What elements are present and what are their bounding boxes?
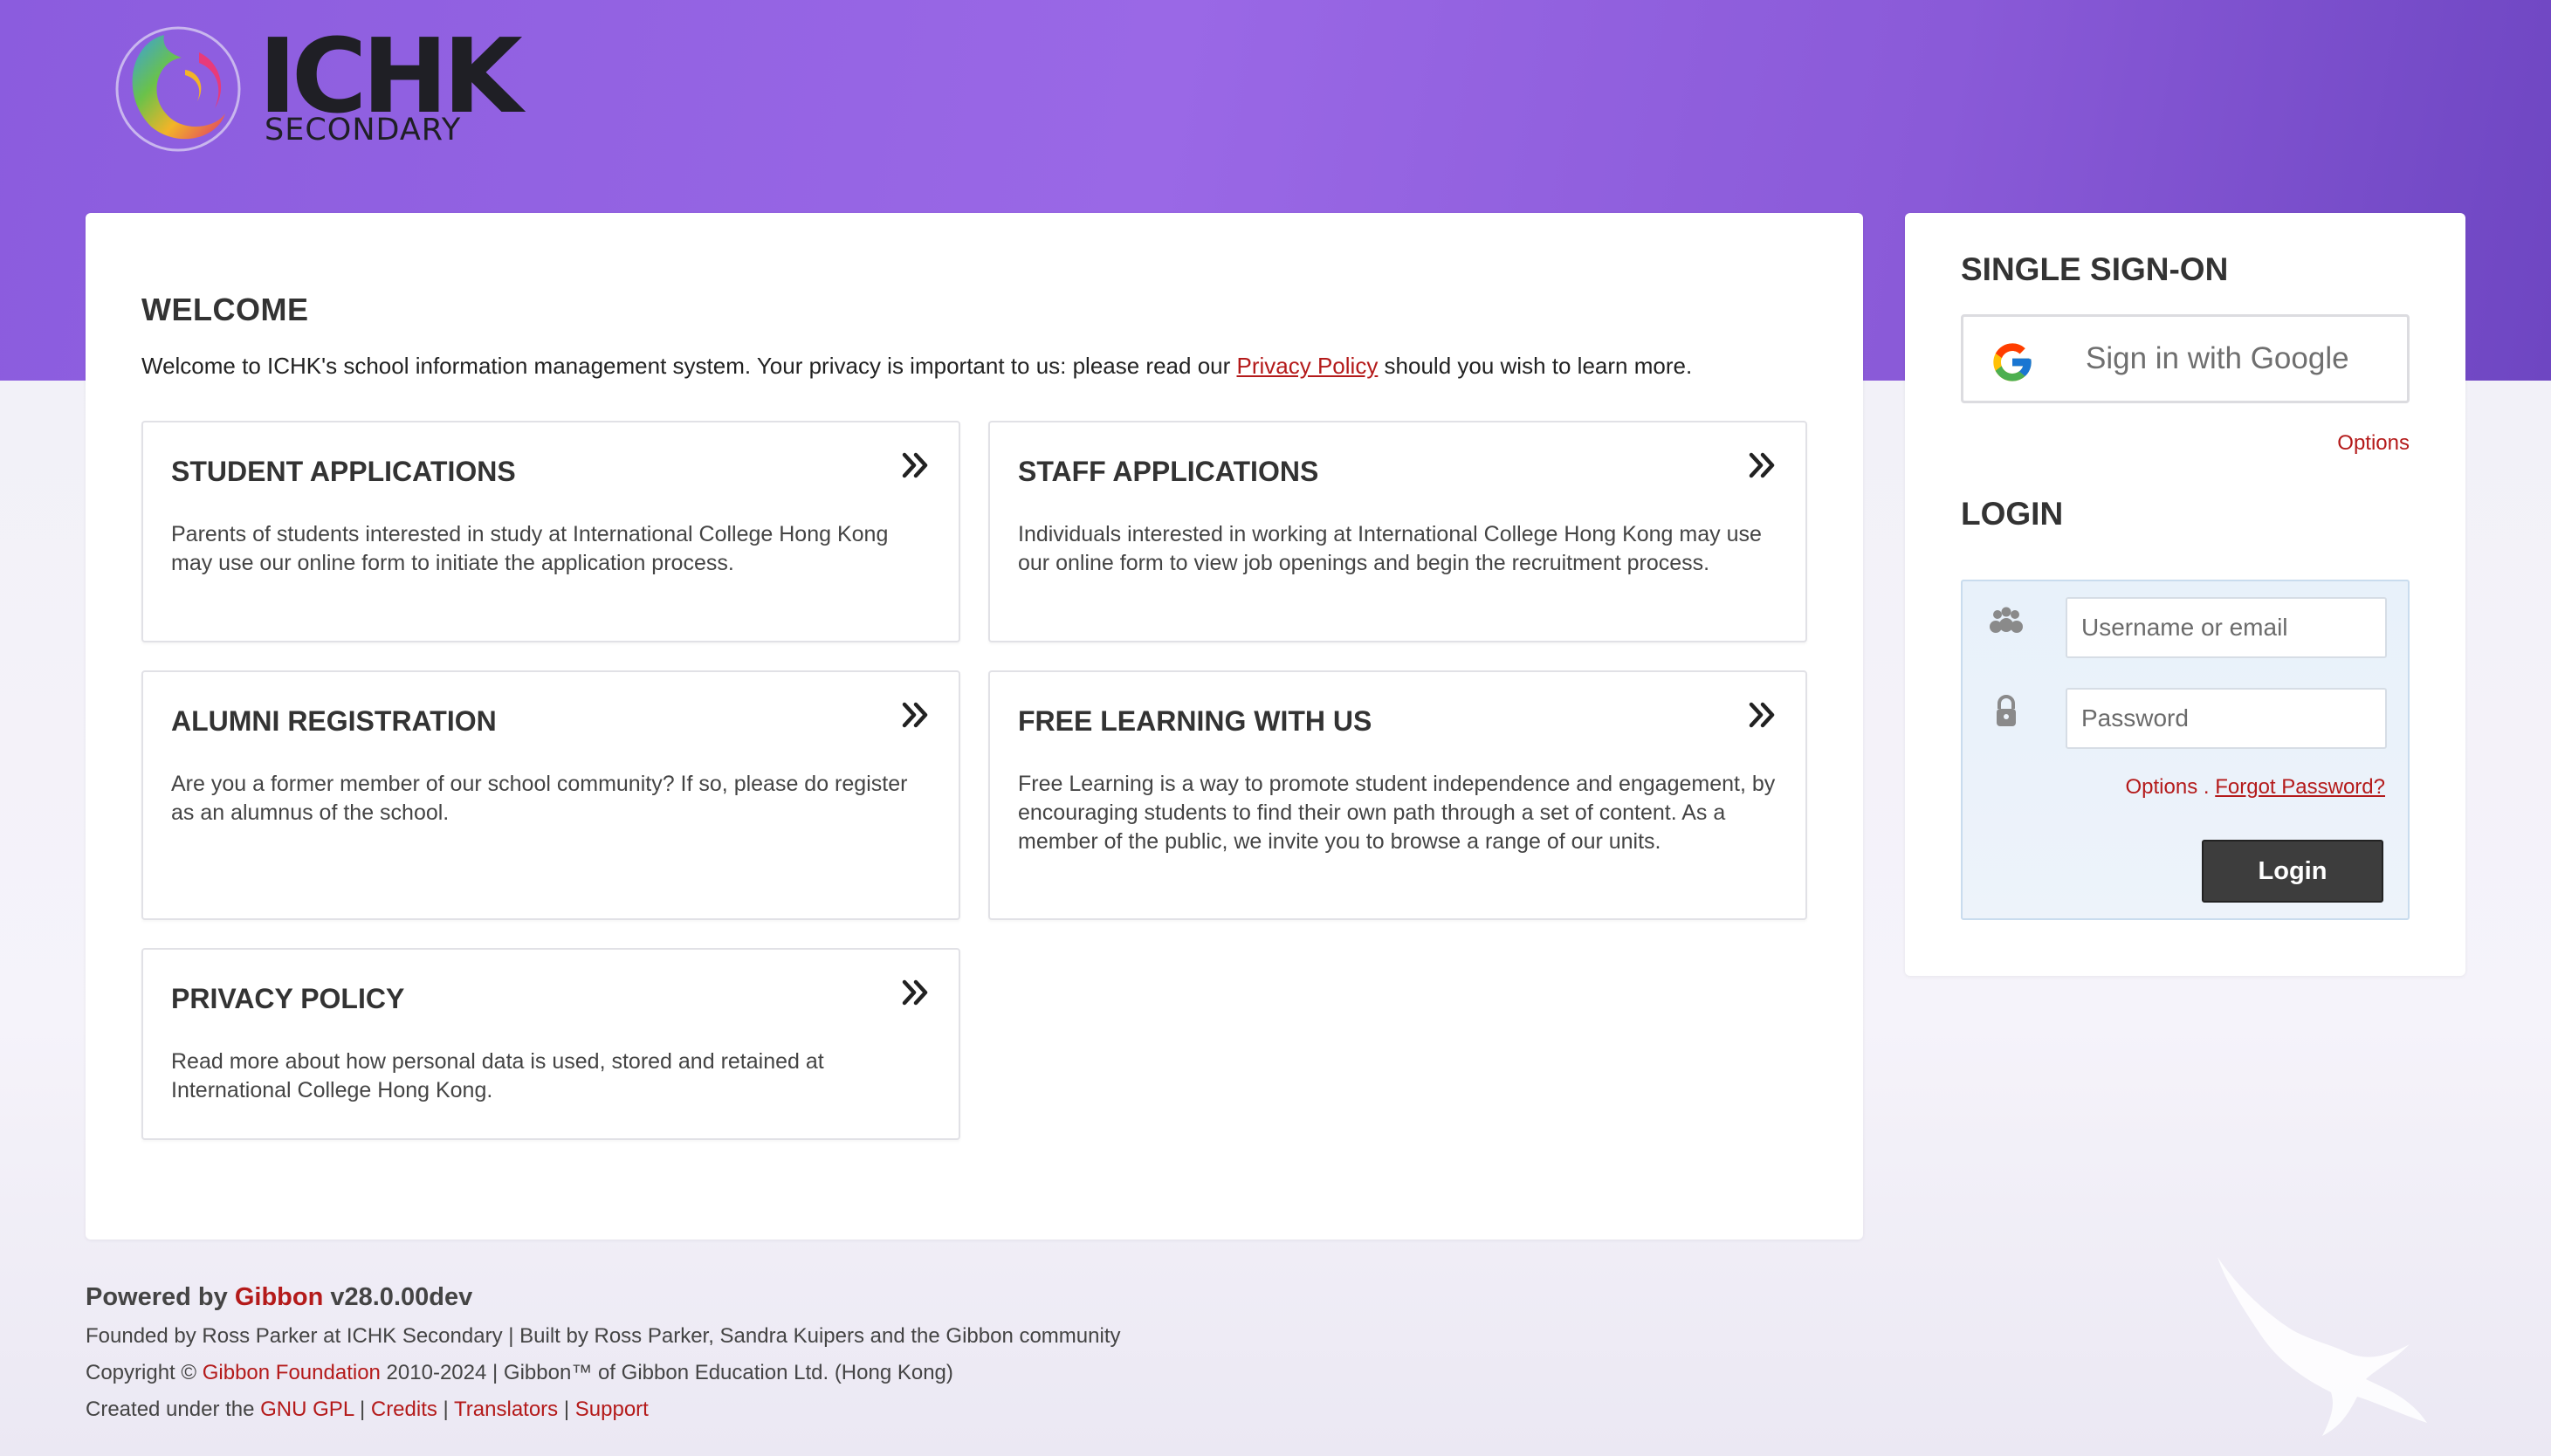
card-title: ALUMNI REGISTRATION [171, 705, 497, 737]
google-signin-button[interactable]: Sign in with Google [1961, 314, 2410, 403]
welcome-title: WELCOME [141, 292, 309, 327]
sso-title: SINGLE SIGN-ON [1961, 251, 2229, 287]
privacy-policy-link[interactable]: Privacy Policy [1237, 353, 1379, 379]
login-button[interactable]: Login [2202, 840, 2383, 903]
username-field[interactable] [2066, 597, 2387, 658]
card-title: FREE LEARNING WITH US [1018, 705, 1372, 737]
footer: Powered by Gibbon v28.0.00dev Founded by… [86, 1283, 1120, 1422]
card-description: Individuals interested in working at Int… [1018, 522, 1762, 575]
login-options-link[interactable]: Options [2126, 775, 2198, 799]
footer-founded: Founded by Ross Parker at ICHK Secondary… [86, 1324, 1121, 1348]
card-description: Are you a former member of our school co… [171, 772, 908, 825]
support-link[interactable]: Support [575, 1398, 649, 1421]
logo-swirl-icon [115, 26, 241, 152]
powered-by-label: Powered by [86, 1283, 235, 1311]
translators-link[interactable]: Translators [454, 1398, 558, 1421]
forgot-password-link[interactable]: Forgot Password? [2215, 775, 2385, 799]
login-links: Options . Forgot Password? [2126, 775, 2386, 800]
card-description: Free Learning is a way to promote studen… [1018, 772, 1776, 854]
credits-link[interactable]: Credits [371, 1398, 437, 1421]
gnu-gpl-link[interactable]: GNU GPL [260, 1398, 354, 1421]
sso-options-link[interactable]: Options [2337, 431, 2410, 456]
login-form: Options . Forgot Password? Login [1961, 580, 2410, 920]
card-title: STUDENT APPLICATIONS [171, 456, 516, 487]
double-chevron-right-icon [1749, 452, 1775, 478]
version-label: v28.0.00dev [323, 1283, 473, 1311]
login-title: LOGIN [1961, 496, 2064, 532]
users-icon [1990, 607, 2023, 633]
gibbon-foundation-link[interactable]: Gibbon Foundation [203, 1361, 381, 1384]
footer-links: Created under the GNU GPL | Credits | Tr… [86, 1398, 1120, 1422]
footer-powered-by: Powered by Gibbon v28.0.00dev [86, 1283, 1120, 1312]
card-alumni-registration[interactable]: ALUMNI REGISTRATION Are you a former mem… [141, 670, 960, 920]
welcome-text-after: should you wish to learn more. [1378, 353, 1693, 379]
double-chevron-right-icon [1749, 702, 1775, 728]
card-free-learning[interactable]: FREE LEARNING WITH US Free Learning is a… [988, 670, 1807, 920]
footer-separator: | [558, 1398, 575, 1421]
password-field[interactable] [2066, 688, 2387, 749]
welcome-text: Welcome to ICHK's school information man… [141, 353, 1692, 380]
double-chevron-right-icon [902, 452, 928, 478]
welcome-panel: WELCOME Welcome to ICHK's school informa… [86, 213, 1863, 1240]
decorative-silhouette-icon [2218, 1257, 2427, 1436]
school-logo[interactable]: ICHK SECONDARY [112, 17, 523, 157]
card-staff-applications[interactable]: STAFF APPLICATIONS Individuals intereste… [988, 421, 1807, 642]
footer-copyright: Copyright © Gibbon Foundation 2010-2024 … [86, 1361, 1120, 1385]
double-chevron-right-icon [902, 979, 928, 1006]
lock-icon [1997, 695, 2016, 726]
card-title: STAFF APPLICATIONS [1018, 456, 1319, 487]
google-signin-label: Sign in with Google [2086, 341, 2349, 375]
gibbon-link[interactable]: Gibbon [235, 1283, 323, 1311]
double-chevron-right-icon [902, 702, 928, 728]
card-description: Read more about how personal data is use… [171, 1049, 824, 1102]
logo-subtitle: SECONDARY [265, 113, 462, 148]
welcome-text-before: Welcome to ICHK's school information man… [141, 353, 1237, 379]
google-icon [1993, 343, 2032, 381]
card-student-applications[interactable]: STUDENT APPLICATIONS Parents of students… [141, 421, 960, 642]
footer-separator: | [354, 1398, 371, 1421]
copyright-prefix: Copyright © [86, 1361, 203, 1384]
created-prefix: Created under the [86, 1398, 261, 1421]
copyright-suffix: 2010-2024 | Gibbon™ of Gibbon Education … [380, 1361, 953, 1384]
card-description: Parents of students interested in study … [171, 522, 889, 575]
login-links-separator: . [2197, 775, 2216, 799]
login-sidebar: SINGLE SIGN-ON Sign in with Google Optio… [1905, 213, 2465, 976]
footer-separator: | [437, 1398, 455, 1421]
card-title: PRIVACY POLICY [171, 983, 405, 1014]
card-privacy-policy[interactable]: PRIVACY POLICY Read more about how perso… [141, 948, 960, 1140]
